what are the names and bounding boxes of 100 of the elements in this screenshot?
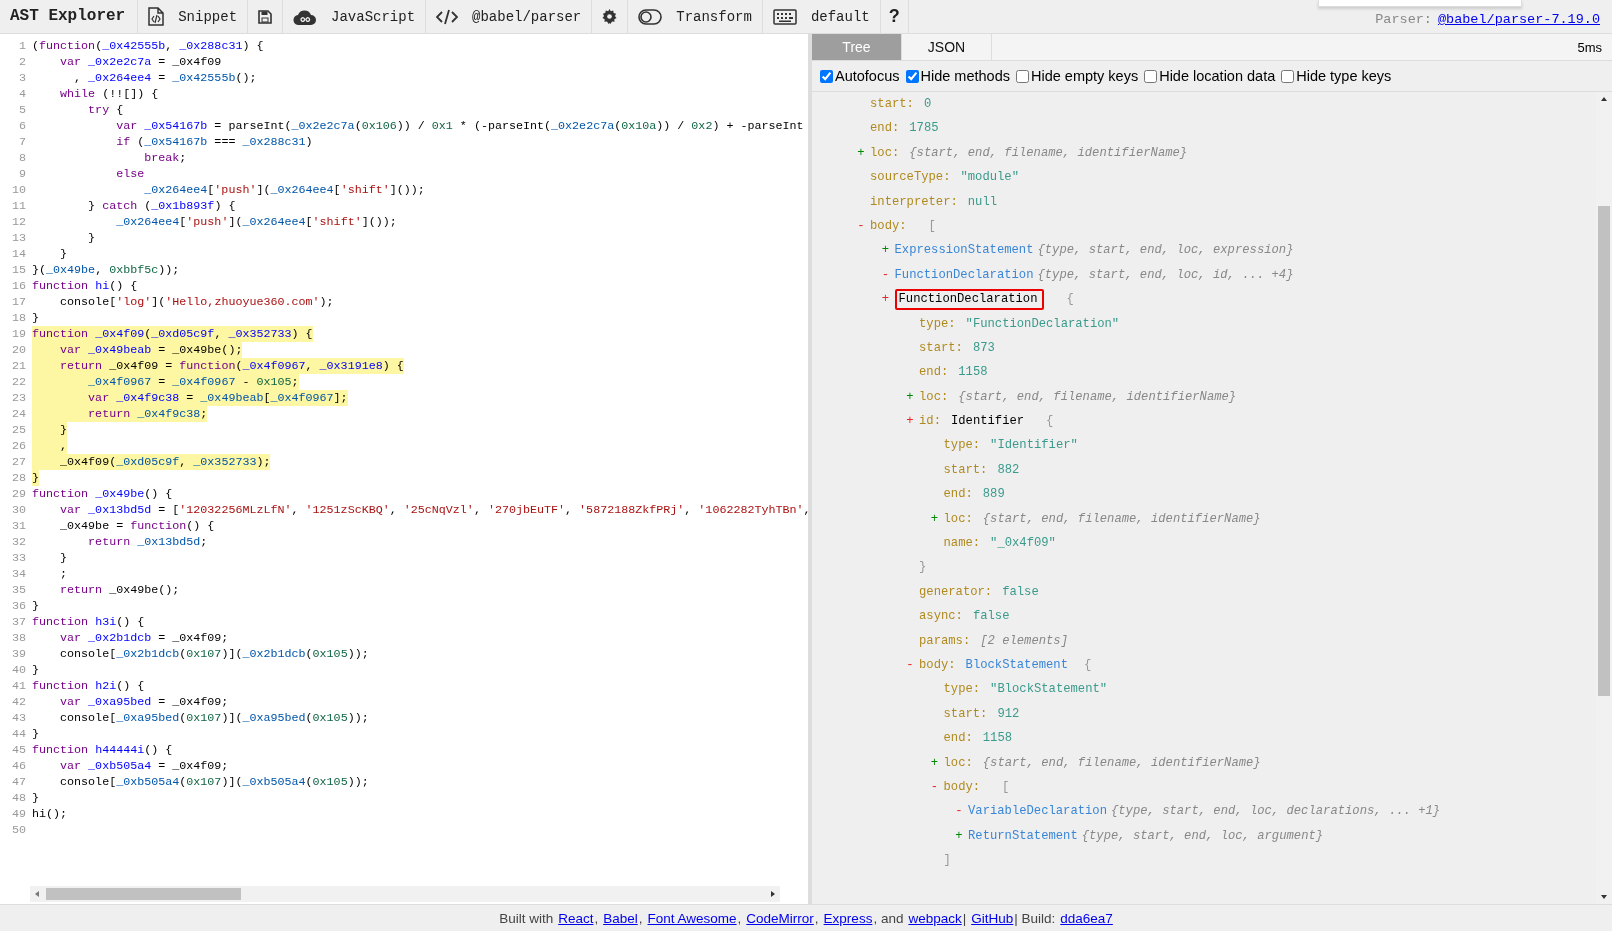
footer-link[interactable]: React: [558, 910, 594, 926]
tree-value: 1158: [958, 364, 988, 382]
code-line: _0x264ee4['push'](_0x264ee4['shift']());: [115, 214, 397, 230]
line-number: 46: [10, 758, 27, 774]
code-line: }: [87, 230, 96, 246]
horizontal-scrollbar[interactable]: [30, 886, 780, 902]
tree-value[interactable]: BlockStatement: [965, 653, 1068, 678]
closing-bracket: ]: [943, 852, 951, 870]
scroll-left-icon[interactable]: [33, 890, 41, 898]
tree-value: "FunctionDeclaration": [965, 315, 1120, 333]
line-number: 47: [10, 774, 27, 790]
code-line: ;: [59, 566, 68, 582]
line-number: 28: [10, 470, 27, 486]
checkbox[interactable]: [905, 69, 919, 83]
expand-toggle[interactable]: +: [904, 384, 916, 410]
expand-toggle[interactable]: +: [855, 140, 867, 166]
tree-value: false: [1002, 583, 1039, 601]
parser-link[interactable]: @babel/parser-7.19.0: [1437, 12, 1600, 27]
footer-link[interactable]: webpack: [908, 910, 962, 926]
tree-summary: {start, end, filename, identifierName}: [909, 144, 1188, 162]
line-number: 24: [10, 406, 27, 422]
help-button[interactable]: ?: [880, 0, 909, 33]
line-number: 34: [10, 566, 27, 582]
code-line: }(_0x49be, 0xbbf5c));: [32, 262, 180, 278]
tree-key: start:: [943, 701, 988, 727]
tree-value[interactable]: ReturnStatement: [968, 823, 1078, 849]
code-line: console[_0x2b1dcb(0x107)](_0x2b1dcb(0x105));: [59, 646, 369, 662]
expand-toggle[interactable]: +: [879, 238, 892, 263]
footer-link[interactable]: CodeMirror: [746, 910, 814, 926]
line-number: 29: [10, 486, 27, 502]
tree-key: type:: [943, 433, 981, 458]
line-number: 20: [10, 342, 27, 358]
tree-summary: [2 elements]: [980, 632, 1068, 650]
expand-toggle[interactable]: +: [904, 409, 916, 434]
expand-toggle[interactable]: -: [953, 799, 965, 824]
tree-key: body:: [870, 213, 907, 239]
line-number: 1: [18, 38, 27, 54]
tree-summary: {type, start, end, loc, expression}: [1037, 242, 1294, 260]
snippet-button[interactable]: Snippet: [138, 0, 249, 33]
expand-toggle[interactable]: -: [904, 653, 916, 678]
tree-value: 873: [972, 339, 995, 357]
tree-key: start:: [943, 457, 988, 483]
expand-toggle[interactable]: +: [928, 506, 941, 532]
parse-time: 5ms: [1577, 39, 1602, 55]
footer-link[interactable]: Font Awesome: [647, 910, 737, 926]
line-number: 30: [10, 502, 27, 518]
transform-button[interactable]: Transform: [628, 0, 763, 33]
line-number: 39: [10, 646, 27, 662]
footer-text: |: [962, 910, 967, 926]
footer-link[interactable]: Express: [823, 910, 873, 926]
keymap-button[interactable]: default: [762, 0, 881, 33]
parser-button[interactable]: @babel/parser: [426, 0, 593, 33]
code-line: var _0xa95bed = _0x4f09;: [59, 694, 229, 710]
line-number: 14: [10, 246, 27, 262]
checkbox[interactable]: [820, 69, 833, 83]
line-number: 44: [10, 726, 27, 742]
footer-link[interactable]: Babel: [603, 910, 638, 926]
line-number: 38: [10, 630, 27, 646]
scroll-down-icon[interactable]: [1600, 893, 1608, 901]
tree-key: end:: [943, 482, 973, 507]
scroll-up-icon[interactable]: [1600, 95, 1608, 103]
checkbox[interactable]: [1015, 69, 1029, 83]
tree-value: "_0x4f09": [990, 535, 1056, 553]
expand-toggle[interactable]: -: [855, 213, 867, 239]
tree-key: body:: [919, 653, 956, 678]
checkbox[interactable]: [1281, 69, 1295, 83]
line-number: 41: [10, 678, 27, 694]
expand-toggle[interactable]: -: [879, 262, 892, 288]
line-number: 42: [10, 694, 27, 710]
tree-key: name:: [943, 531, 981, 556]
checkbox[interactable]: [1144, 69, 1158, 83]
tree-value[interactable]: FunctionDeclaration: [894, 262, 1034, 288]
language-button[interactable]: JavaScript: [283, 0, 427, 33]
code-line: else: [115, 166, 145, 182]
code-line: }: [32, 310, 39, 326]
footer-text: ,: [594, 910, 599, 926]
expand-toggle[interactable]: +: [928, 750, 941, 775]
tree-value[interactable]: ExpressionStatement: [894, 238, 1034, 263]
code-line: if (_0x54167b === _0x288c31): [115, 134, 313, 150]
line-number: 6: [18, 118, 27, 134]
tree-value[interactable]: VariableDeclaration: [968, 799, 1107, 824]
tree-value: "Identifier": [990, 437, 1078, 455]
expand-toggle[interactable]: +: [953, 823, 965, 849]
tree-value[interactable]: Identifier: [950, 409, 1025, 434]
tree-summary: {type, start, end, loc, declarations, ... +1}: [1110, 803, 1441, 821]
scroll-right-icon[interactable]: [769, 890, 777, 898]
line-number: 4: [18, 86, 27, 102]
tree-key: loc:: [943, 506, 973, 532]
line-number: 37: [10, 614, 27, 630]
footer-link[interactable]: dda6ea7: [1060, 910, 1113, 926]
tree-key: start:: [919, 335, 963, 361]
settings-icon: [602, 9, 618, 24]
expand-toggle[interactable]: -: [928, 774, 941, 800]
tree-key: body:: [943, 774, 981, 800]
line-number: 3: [18, 70, 27, 86]
expand-toggle[interactable]: +: [879, 287, 892, 312]
tree-value[interactable]: FunctionDeclaration: [894, 288, 1045, 310]
footer-link[interactable]: GitHub: [971, 910, 1014, 926]
tree-value: "BlockStatement": [990, 681, 1108, 699]
tab[interactable]: Tree: [812, 34, 902, 60]
